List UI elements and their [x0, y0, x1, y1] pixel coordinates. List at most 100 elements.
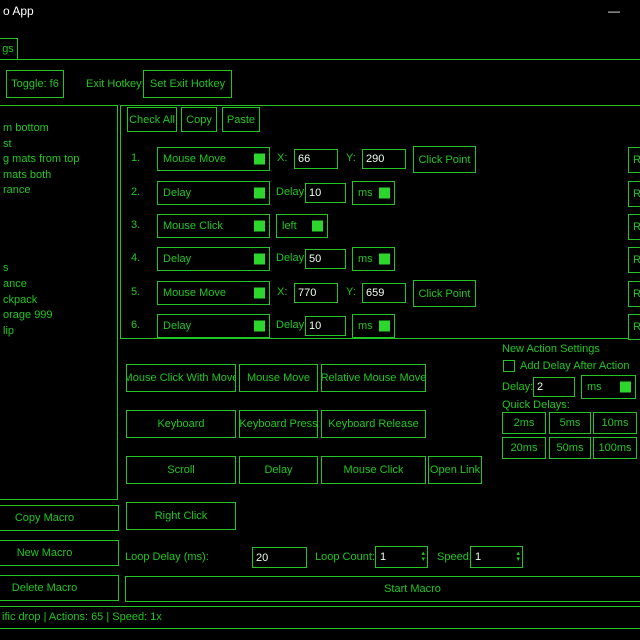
tab-settings[interactable]: gs [0, 38, 18, 60]
stepper-down-icon[interactable]: ▾ [516, 557, 520, 563]
copy-button[interactable]: Copy [181, 107, 217, 132]
loop-count-stepper[interactable]: ▴▾ [375, 546, 428, 568]
add-keyboard-press-button[interactable]: Keyboard Press [239, 410, 318, 438]
x-input[interactable] [294, 149, 338, 169]
action-row-number: 6. [131, 319, 140, 331]
quick-delay-10ms-button[interactable]: 10ms [593, 412, 637, 434]
click-point-button[interactable]: Click Point [413, 280, 476, 307]
check-all-button[interactable]: Check All [127, 107, 177, 132]
delay-label: Delay: [276, 319, 307, 331]
speed-input[interactable] [471, 551, 516, 563]
loop-count-label: Loop Count: [315, 551, 375, 563]
macro-list-item[interactable]: s [3, 261, 116, 277]
add-keyboard-button[interactable]: Keyboard [126, 410, 236, 438]
y-input[interactable] [362, 149, 406, 169]
action-type-value: Delay [163, 187, 191, 199]
macro-list-item[interactable]: lip [3, 324, 116, 340]
new-macro-button[interactable]: New Macro [0, 540, 119, 566]
macro-list-item[interactable]: mats both [3, 168, 116, 184]
add-delay-button[interactable]: Delay [239, 456, 318, 484]
delay-input[interactable] [305, 316, 346, 336]
tabstrip-separator-line [0, 59, 640, 60]
loop-delay-input[interactable] [252, 547, 307, 568]
delay-input[interactable] [305, 249, 346, 269]
macro-list-item[interactable] [3, 230, 116, 246]
quick-delay-100ms-button[interactable]: 100ms [593, 437, 637, 459]
macro-list-item[interactable]: rance [3, 183, 116, 199]
remove-button[interactable]: Remove [628, 247, 640, 273]
delete-macro-button[interactable]: Delete Macro [0, 575, 119, 601]
remove-button[interactable]: Remove [628, 281, 640, 307]
remove-button[interactable]: Remove [628, 214, 640, 240]
dropdown-indicator-icon [254, 221, 265, 232]
speed-label: Speed: [437, 551, 472, 563]
x-input[interactable] [294, 283, 338, 303]
action-type-dropdown[interactable]: Mouse Click [157, 214, 270, 238]
quick-delay-20ms-button[interactable]: 20ms [502, 437, 546, 459]
delay-input[interactable] [305, 183, 346, 203]
click-point-button[interactable]: Click Point [413, 146, 476, 173]
add-scroll-button[interactable]: Scroll [126, 456, 236, 484]
delay-unit-value: ms [358, 253, 373, 265]
new-action-settings-title: New Action Settings [502, 343, 600, 355]
delay-label: Delay: [276, 186, 307, 198]
new-action-delay-unit-dropdown[interactable]: ms [581, 375, 636, 399]
dropdown-indicator-icon [620, 382, 631, 393]
action-type-dropdown[interactable]: Delay [157, 181, 270, 205]
start-macro-button[interactable]: Start Macro [125, 576, 640, 602]
delay-unit-dropdown[interactable]: ms [352, 314, 395, 338]
macro-list-item[interactable]: orage 999 [3, 308, 116, 324]
macro-list-item[interactable]: g mats from top [3, 152, 116, 168]
stepper-arrows[interactable]: ▴▾ [516, 551, 522, 563]
add-relative-mouse-move-button[interactable]: Relative Mouse Move [321, 364, 426, 392]
action-type-dropdown[interactable]: Delay [157, 247, 270, 271]
action-row-number: 1. [131, 152, 140, 164]
quick-delay-2ms-button[interactable]: 2ms [502, 412, 546, 434]
macro-list-item[interactable]: ckpack [3, 293, 116, 309]
action-type-dropdown[interactable]: Mouse Move [157, 147, 270, 171]
add-mouse-move-button[interactable]: Mouse Move [239, 364, 318, 392]
dropdown-indicator-icon [312, 221, 323, 232]
new-action-delay-input[interactable] [533, 377, 575, 397]
mouse-button-dropdown[interactable]: left [276, 214, 328, 238]
paste-button[interactable]: Paste [222, 107, 260, 132]
action-row-number: 5. [131, 286, 140, 298]
macro-list-item[interactable]: ance [3, 277, 116, 293]
add-right-click-button[interactable]: Right Click [126, 502, 236, 530]
add-mouse-click-with-move-button[interactable]: Mouse Click With Move [126, 364, 236, 392]
statusbar-bottom-line [0, 628, 640, 629]
minimize-button[interactable]: — [600, 1, 628, 21]
add-delay-after-action-checkbox[interactable] [503, 360, 515, 372]
macro-list-item[interactable] [3, 215, 116, 231]
toggle-hotkey-button[interactable]: Toggle: f6 [6, 70, 64, 98]
set-exit-hotkey-button[interactable]: Set Exit Hotkey [143, 70, 232, 98]
remove-button[interactable]: Remove [628, 181, 640, 207]
exit-hotkey-label: Exit Hotkey: [86, 78, 145, 90]
delay-unit-dropdown[interactable]: ms [352, 181, 395, 205]
quick-delay-50ms-button[interactable]: 50ms [549, 437, 591, 459]
action-type-value: Mouse Click [163, 220, 223, 232]
statusbar-text: ific drop | Actions: 65 | Speed: 1x [2, 611, 162, 623]
y-input[interactable] [362, 283, 406, 303]
delay-label: Delay: [276, 252, 307, 264]
macro-list-item[interactable]: st [3, 137, 116, 153]
macro-list-item[interactable]: m bottom [3, 121, 116, 137]
add-mouse-click-button[interactable]: Mouse Click [321, 456, 426, 484]
add-keyboard-release-button[interactable]: Keyboard Release [321, 410, 426, 438]
stepper-down-icon[interactable]: ▾ [421, 557, 425, 563]
stepper-arrows[interactable]: ▴▾ [421, 551, 427, 563]
delay-unit-dropdown[interactable]: ms [352, 247, 395, 271]
action-row-number: 3. [131, 219, 140, 231]
macro-list-item[interactable] [3, 199, 116, 215]
copy-macro-button[interactable]: Copy Macro [0, 505, 119, 531]
macro-list-item[interactable] [3, 246, 116, 262]
remove-button[interactable]: Remove [628, 147, 640, 173]
action-type-value: Mouse Move [163, 153, 226, 165]
quick-delay-5ms-button[interactable]: 5ms [549, 412, 591, 434]
add-open-link-button[interactable]: Open Link [428, 456, 482, 484]
action-type-dropdown[interactable]: Mouse Move [157, 281, 270, 305]
remove-button[interactable]: Remove [628, 314, 640, 340]
action-type-dropdown[interactable]: Delay [157, 314, 270, 338]
loop-count-input[interactable] [376, 551, 421, 563]
speed-stepper[interactable]: ▴▾ [470, 546, 523, 568]
